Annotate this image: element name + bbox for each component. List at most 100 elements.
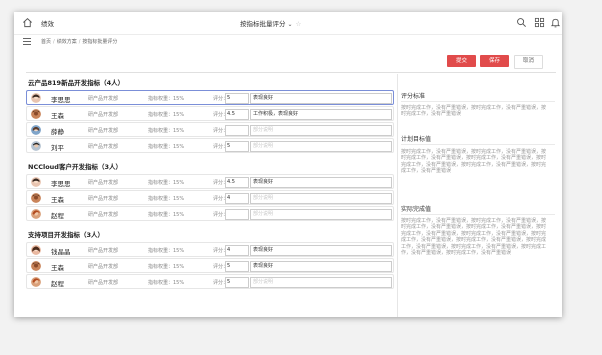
section-divider	[401, 144, 555, 145]
employee-name: 刘平	[51, 144, 64, 152]
score-input[interactable]: 4	[225, 245, 249, 256]
weight-label: 指标权重：15%	[148, 196, 185, 202]
score-input[interactable]: 5	[225, 141, 249, 152]
bell-icon[interactable]	[550, 17, 561, 28]
employee-name: 王森	[51, 112, 64, 120]
employee-name: 王森	[51, 264, 64, 272]
department-label: 研产品开发部	[88, 180, 119, 186]
weight-label: 指标权重：15%	[148, 248, 185, 254]
chevron-down-icon: ⌄	[287, 21, 293, 28]
weight-label: 指标权重：15%	[148, 128, 185, 134]
avatar	[31, 109, 41, 119]
department-label: 研产品开发部	[88, 96, 119, 102]
group-title: 支持项目开发指标（3人）	[28, 231, 105, 239]
employee-name: 钱晶晶	[51, 248, 71, 256]
department-label: 研产品开发部	[88, 128, 119, 134]
table-row[interactable]: 赵程 研产品开发部 指标权重：15% 评分： 5 部分说明	[26, 274, 394, 289]
submit-button[interactable]: 提交	[447, 55, 476, 67]
search-icon[interactable]	[516, 17, 527, 28]
table-row[interactable]: 王森 研产品开发部 指标权重：15% 评分： 4 部分说明	[26, 190, 394, 205]
section-title-criteria: 评分标准	[401, 93, 426, 100]
table-row[interactable]: 薛静 研产品开发部 指标权重：15% 评分： 部分说明	[26, 122, 394, 137]
breadcrumb: 首页 / 绩效方案 / 按指标批量评分	[41, 39, 118, 45]
breadcrumb-bar: 首页 / 绩效方案 / 按指标批量评分	[14, 35, 562, 49]
grid-apps-icon[interactable]	[534, 17, 545, 28]
comment-input[interactable]: 部分说明	[250, 193, 392, 204]
avatar	[31, 141, 41, 151]
menu-icon[interactable]	[22, 37, 32, 46]
score-input[interactable]: 5	[225, 93, 249, 104]
comment-input[interactable]: 表现良好	[250, 245, 392, 256]
comment-input[interactable]: 部分说明	[250, 209, 392, 220]
weight-label: 指标权重：15%	[148, 96, 185, 102]
favorite-icon[interactable]: ☆	[296, 20, 302, 28]
action-bar: 提交 保存 取消	[14, 52, 562, 70]
employee-name: 薛静	[51, 128, 64, 136]
score-input[interactable]	[225, 125, 249, 136]
score-input[interactable]: 5	[225, 261, 249, 272]
weight-label: 指标权重：15%	[148, 212, 185, 218]
avatar	[31, 277, 41, 287]
indicator-list: 云产品819新品开发指标（4人） 李思思 研产品开发部 指标权重：15% 评分：…	[26, 74, 394, 317]
breadcrumb-item-home[interactable]: 首页	[41, 39, 51, 45]
page-title: 按指标批量评分	[240, 20, 286, 28]
avatar	[31, 261, 41, 271]
department-label: 研产品开发部	[88, 196, 119, 202]
comment-input[interactable]: 部分说明	[250, 277, 392, 288]
comment-input[interactable]: 部分说明	[250, 125, 392, 136]
department-label: 研产品开发部	[88, 264, 119, 270]
avatar	[31, 209, 41, 219]
avatar	[31, 125, 41, 135]
table-row[interactable]: 王森 研产品开发部 指标权重：15% 评分： 4.5 工作积极，表现良好	[26, 106, 394, 121]
table-row[interactable]: 李思思 研产品开发部 指标权重：15% 评分： 4.5 表现良好	[26, 174, 394, 189]
score-input[interactable]: 4.5	[225, 109, 249, 120]
section-body-actual: 按时完成工作，没有严重错误，按时完成工作，没有严重错误，按时完成工作，没有严重错…	[401, 218, 547, 257]
section-body-criteria: 按时完成工作，没有严重错误，按时完成工作，没有严重错误，按时完成工作，没有严重错…	[401, 105, 547, 118]
department-label: 研产品开发部	[88, 212, 119, 218]
table-row[interactable]: 钱晶晶 研产品开发部 指标权重：15% 评分： 4 表现良好	[26, 242, 394, 257]
department-label: 研产品开发部	[88, 144, 119, 150]
weight-label: 指标权重：15%	[148, 280, 185, 286]
section-title-actual: 实际完成值	[401, 206, 432, 213]
app-window: 绩效 按指标批量评分 ⌄ ☆ 首页 / 绩效方案 / 按指标批量评分 提交 保存…	[14, 12, 562, 317]
home-icon[interactable]	[22, 17, 33, 28]
cancel-button[interactable]: 取消	[514, 55, 543, 69]
table-row[interactable]: 李思思 研产品开发部 指标权重：15% 评分： 5 表现良好	[26, 90, 394, 105]
breadcrumb-item-plan[interactable]: 绩效方案	[57, 39, 77, 45]
table-row[interactable]: 赵程 研产品开发部 指标权重：15% 评分： 部分说明	[26, 206, 394, 221]
department-label: 研产品开发部	[88, 248, 119, 254]
department-label: 研产品开发部	[88, 280, 119, 286]
app-title: 绩效	[41, 20, 54, 28]
score-input[interactable]: 4	[225, 193, 249, 204]
score-input[interactable]	[225, 209, 249, 220]
weight-label: 指标权重：15%	[148, 112, 185, 118]
panel-divider	[397, 74, 398, 317]
section-body-target: 按时完成工作，没有严重错误，按时完成工作，没有严重错误，按时完成工作，没有严重错…	[401, 149, 547, 175]
score-input[interactable]: 5	[225, 277, 249, 288]
section-divider	[401, 214, 555, 215]
save-button[interactable]: 保存	[480, 55, 509, 67]
top-bar: 绩效 按指标批量评分 ⌄ ☆	[14, 12, 562, 35]
weight-label: 指标权重：15%	[148, 264, 185, 270]
comment-input[interactable]: 工作积极，表现良好	[250, 109, 392, 120]
comment-input[interactable]: 表现良好	[250, 177, 392, 188]
page-title-dropdown[interactable]: 按指标批量评分 ⌄ ☆	[240, 18, 301, 28]
employee-name: 王森	[51, 196, 64, 204]
comment-input[interactable]: 部分说明	[250, 141, 392, 152]
weight-label: 指标权重：15%	[148, 180, 185, 186]
employee-name: 李思思	[51, 96, 71, 104]
department-label: 研产品开发部	[88, 112, 119, 118]
avatar	[31, 193, 41, 203]
section-title-target: 计划目标值	[401, 136, 432, 143]
comment-input[interactable]: 表现良好	[250, 93, 392, 104]
avatar	[31, 93, 41, 103]
avatar	[31, 245, 41, 255]
table-row[interactable]: 王森 研产品开发部 指标权重：15% 评分： 5 表现良好	[26, 258, 394, 273]
score-input[interactable]: 4.5	[225, 177, 249, 188]
group-title: NCCloud客户开发指标（3人）	[28, 163, 122, 171]
weight-label: 指标权重：15%	[148, 144, 185, 150]
comment-input[interactable]: 表现良好	[250, 261, 392, 272]
table-row[interactable]: 刘平 研产品开发部 指标权重：15% 评分： 5 部分说明	[26, 138, 394, 153]
employee-name: 李思思	[51, 180, 71, 188]
employee-name: 赵程	[51, 280, 64, 288]
